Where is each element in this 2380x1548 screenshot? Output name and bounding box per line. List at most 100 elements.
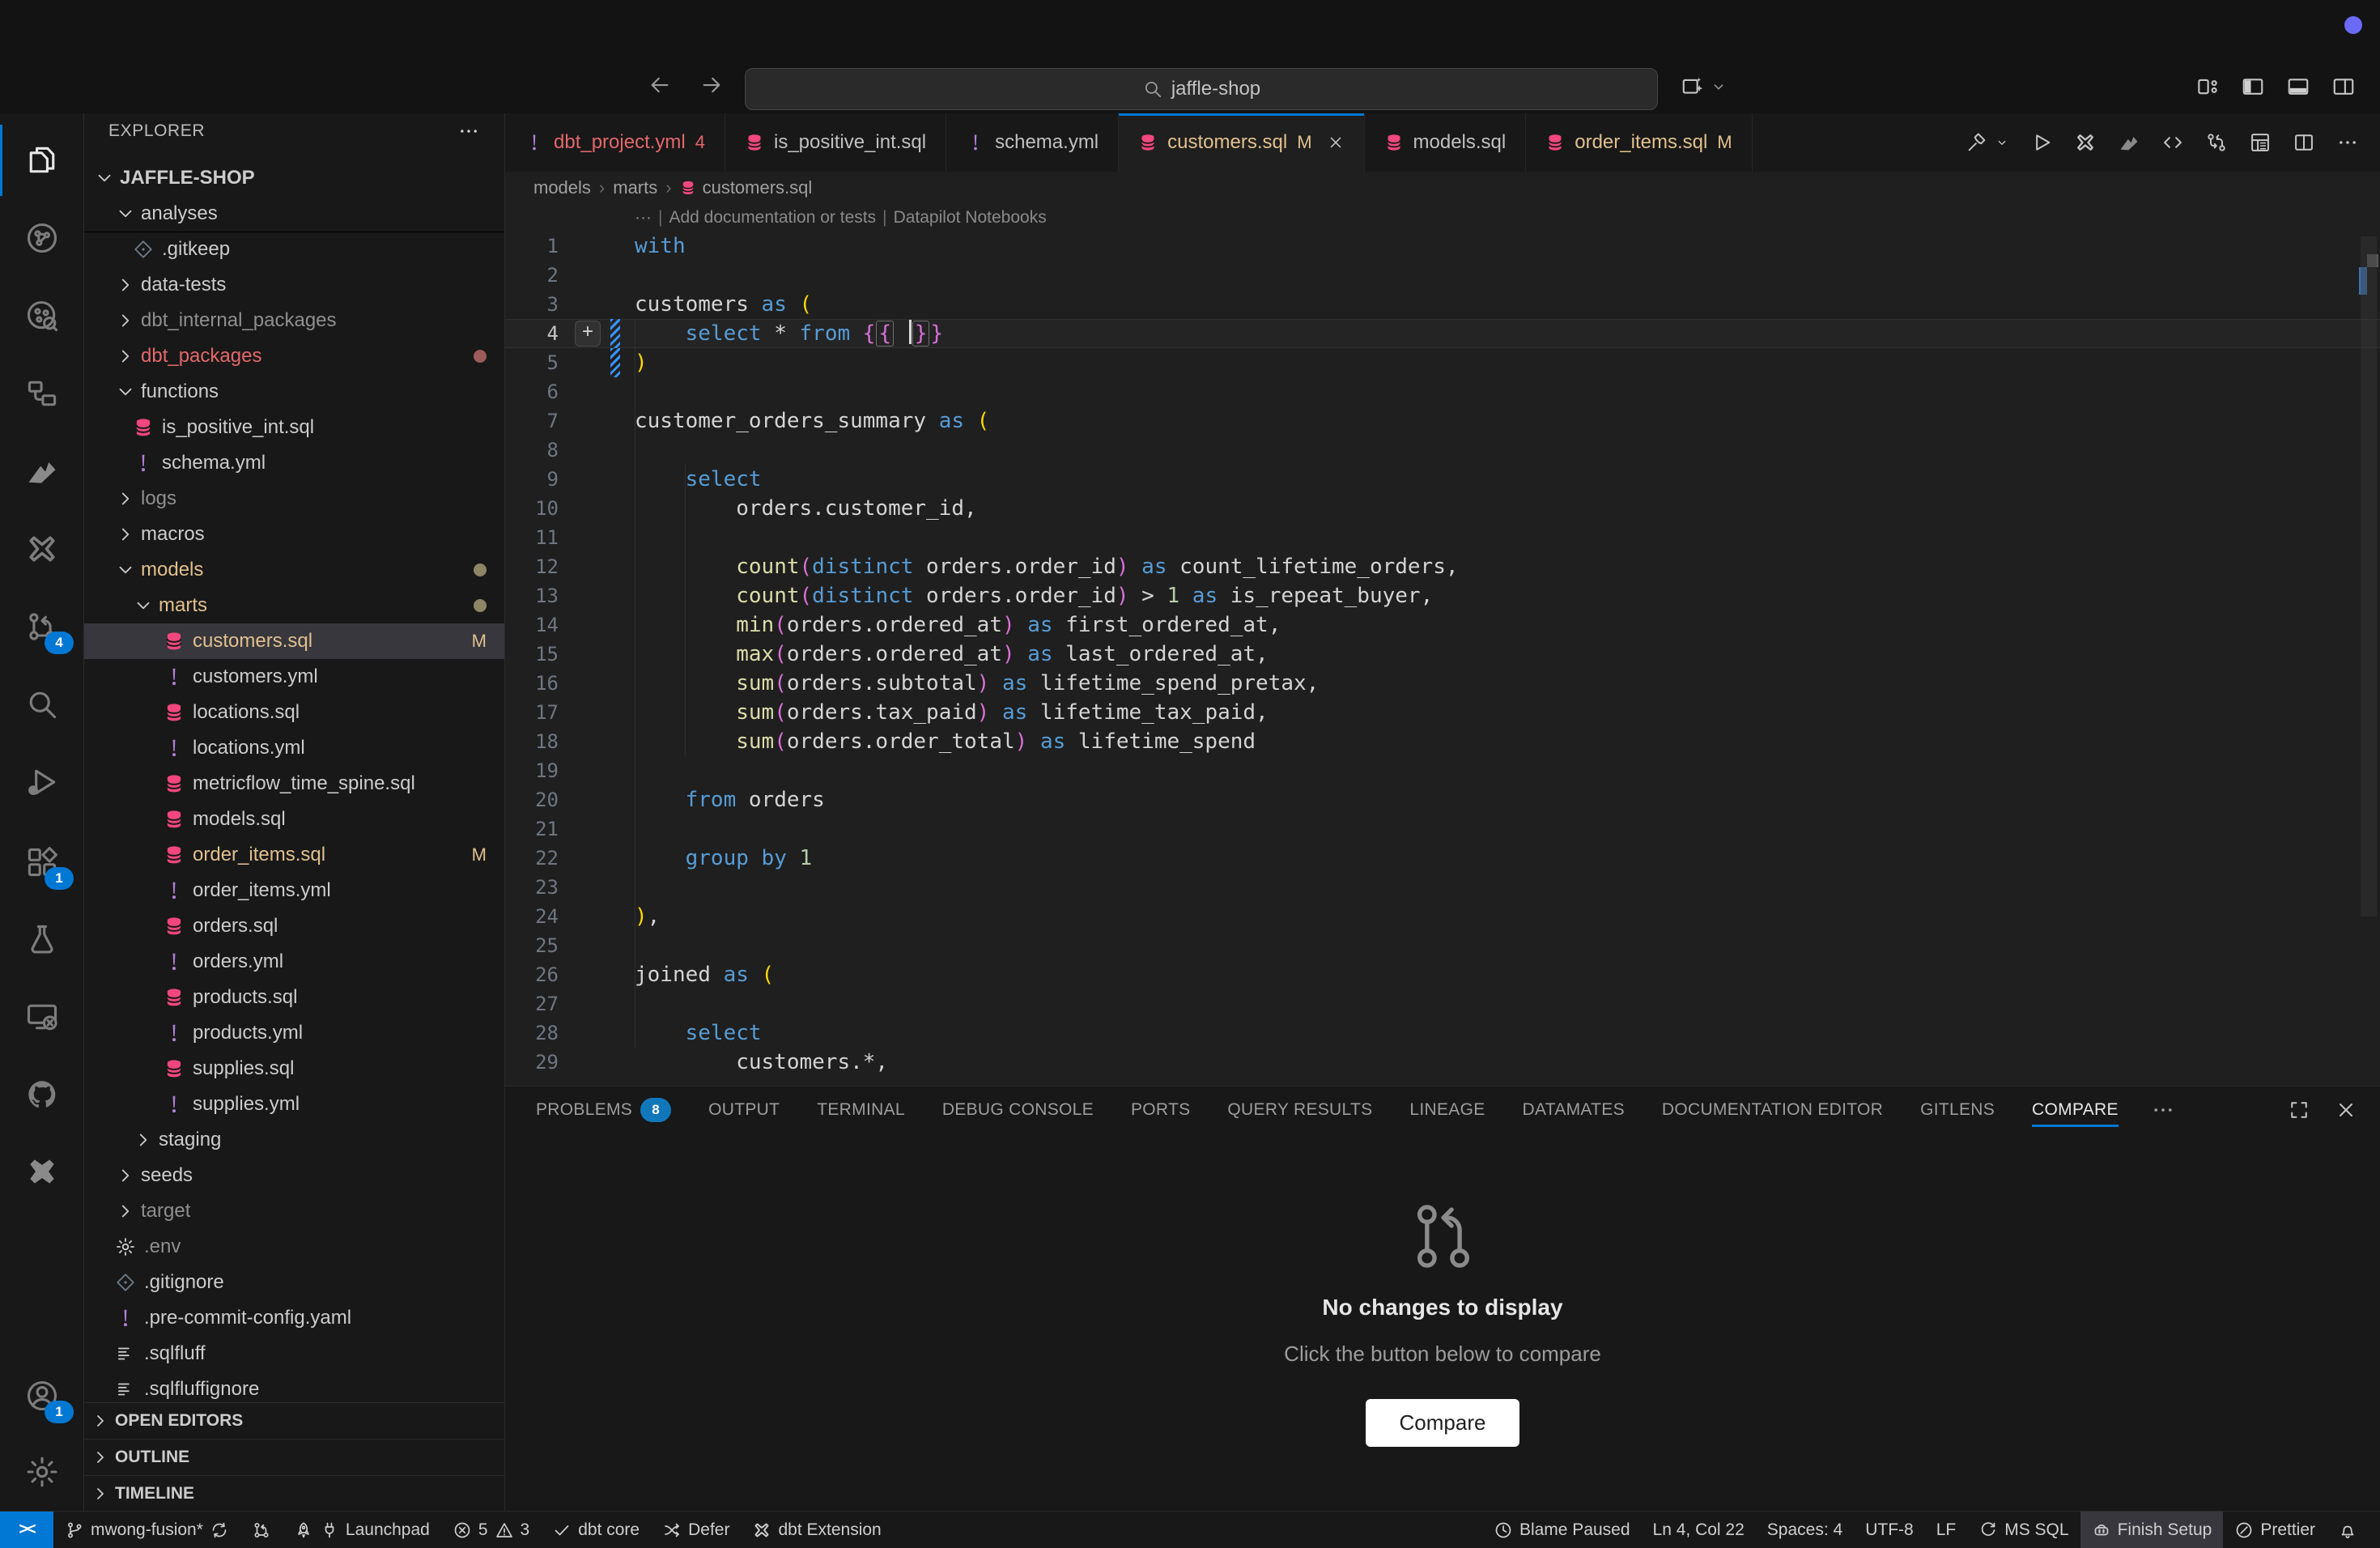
tab-models-sql[interactable]: models.sql (1365, 113, 1527, 172)
code-editor[interactable]: ···|Add documentation or tests|Datapilot… (505, 204, 2380, 1086)
codelens-link[interactable]: ··· (635, 208, 652, 228)
add-comment-button[interactable]: + (575, 321, 601, 347)
tab-schema-yml[interactable]: schema.yml (946, 113, 1119, 172)
file--gitkeep[interactable]: .gitkeep (84, 232, 504, 267)
code-line-5[interactable]: 5) (505, 348, 2380, 377)
panel-tab-debug-console[interactable]: DEBUG CONSOLE (942, 1087, 1094, 1133)
folder-models[interactable]: models (84, 552, 504, 588)
code-line-7[interactable]: 7customer_orders_summary as ( (505, 406, 2380, 436)
activity-dbt-extension[interactable] (0, 513, 83, 585)
status-dbt-core[interactable]: dbt core (541, 1512, 651, 1548)
file-models-sql[interactable]: models.sql (84, 802, 504, 837)
folder-dbt-internal-packages[interactable]: dbt_internal_packages (84, 303, 504, 338)
compare-button[interactable]: Compare (1366, 1399, 1520, 1447)
arrow-left-icon[interactable] (648, 73, 672, 97)
activity-settings[interactable] (0, 1436, 83, 1508)
panel-tab-query-results[interactable]: QUERY RESULTS (1227, 1087, 1372, 1133)
folder-dbt-packages[interactable]: dbt_packages (84, 338, 504, 374)
activity-dbt-cloud[interactable] (0, 436, 83, 507)
copilot-control[interactable] (1681, 74, 1728, 99)
status-notifications[interactable] (2327, 1512, 2369, 1548)
status-branch[interactable]: mwong-fusion* (53, 1512, 240, 1548)
file-customers-sql[interactable]: customers.sqlM (84, 623, 504, 659)
code-line-19[interactable]: 19 (505, 756, 2380, 785)
layout-customize-icon[interactable] (2195, 74, 2220, 99)
file-locations-yml[interactable]: locations.yml (84, 730, 504, 766)
code-line-22[interactable]: 22 group by 1 (505, 844, 2380, 873)
codelens-link[interactable]: Datapilot Notebooks (894, 208, 1047, 228)
tab-customers-sql[interactable]: customers.sqlM (1119, 113, 1364, 172)
breadcrumb-item[interactable]: marts (613, 177, 657, 198)
split-icon[interactable] (2293, 131, 2315, 154)
panel-tab-compare[interactable]: COMPARE (2032, 1087, 2119, 1133)
codelens-link[interactable]: Add documentation or tests (669, 208, 876, 228)
code-line-6[interactable]: 6 (505, 377, 2380, 406)
status-eol[interactable]: LF (1925, 1512, 1968, 1548)
code-line-9[interactable]: 9 select (505, 465, 2380, 494)
file-products-yml[interactable]: products.yml (84, 1015, 504, 1051)
folder-data-tests[interactable]: data-tests (84, 267, 504, 303)
status-problems[interactable]: 53 (441, 1512, 541, 1548)
section-timeline[interactable]: TIMELINE (84, 1475, 504, 1512)
file--sqlfluffignore[interactable]: .sqlfluffignore (84, 1372, 504, 1402)
code-line-28[interactable]: 28 select (505, 1019, 2380, 1048)
code-line-14[interactable]: 14 min(orders.ordered_at) as first_order… (505, 610, 2380, 640)
activity-accounts[interactable]: 1 (0, 1360, 83, 1431)
activity-search[interactable] (0, 669, 83, 740)
scrollbar-thumb[interactable] (2361, 236, 2377, 916)
x-outline-icon[interactable] (2074, 131, 2097, 154)
panel-tab-ports[interactable]: PORTS (1131, 1087, 1190, 1133)
code-line-10[interactable]: 10 orders.customer_id, (505, 494, 2380, 523)
file-customers-yml[interactable]: customers.yml (84, 659, 504, 695)
file--gitignore[interactable]: .gitignore (84, 1265, 504, 1300)
folder-logs[interactable]: logs (84, 481, 504, 517)
status-language-mode[interactable]: MS SQL (1967, 1512, 2080, 1548)
file-supplies-sql[interactable]: supplies.sql (84, 1051, 504, 1087)
panel-tab-lineage[interactable]: LINEAGE (1409, 1087, 1485, 1133)
close-icon[interactable] (1327, 134, 1345, 151)
section-open-editors[interactable]: OPEN EDITORS (84, 1402, 504, 1439)
file-products-sql[interactable]: products.sql (84, 980, 504, 1015)
folder-macros[interactable]: macros (84, 517, 504, 552)
folder-analyses[interactable]: analyses (84, 196, 504, 232)
tab-order-items-sql[interactable]: order_items.sqlM (1526, 113, 1752, 172)
folder-target[interactable]: target (84, 1193, 504, 1229)
chev-sm-icon[interactable] (1995, 135, 2009, 150)
fullscreen-icon[interactable] (2288, 1099, 2310, 1121)
code-line-2[interactable]: 2 (505, 261, 2380, 290)
layout-sidebar-right-icon[interactable] (2331, 74, 2356, 99)
ellipsis-icon[interactable] (2336, 131, 2359, 154)
activity-dbt-lineage[interactable] (0, 358, 83, 429)
code-line-27[interactable]: 27 (505, 989, 2380, 1019)
code-line-11[interactable]: 11 (505, 523, 2380, 552)
code-line-23[interactable]: 23 (505, 873, 2380, 902)
file-metricflow-time-spine-sql[interactable]: metricflow_time_spine.sql (84, 766, 504, 802)
activity-extensions[interactable]: 1 (0, 827, 83, 898)
code-line-18[interactable]: 18 sum(orders.order_total) as lifetime_s… (505, 727, 2380, 756)
code-line-16[interactable]: 16 sum(orders.subtotal) as lifetime_spen… (505, 669, 2380, 698)
activity-run-debug[interactable] (0, 746, 83, 818)
code-line-12[interactable]: 12 count(distinct orders.order_id) as co… (505, 552, 2380, 581)
code-line-4[interactable]: 4+ select * from {{ }} (505, 319, 2380, 348)
file-orders-yml[interactable]: orders.yml (84, 944, 504, 980)
status-dbt-extension[interactable]: dbt Extension (741, 1512, 892, 1548)
hammer-icon[interactable] (1966, 131, 1988, 154)
panel-tab-output[interactable]: OUTPUT (708, 1087, 780, 1133)
code-line-3[interactable]: 3customers as ( (505, 290, 2380, 319)
status-defer[interactable]: Defer (651, 1512, 741, 1548)
activity-github[interactable] (0, 1059, 83, 1130)
code-line-1[interactable]: 1with (505, 232, 2380, 261)
code-line-13[interactable]: 13 count(distinct orders.order_id) > 1 a… (505, 581, 2380, 610)
more-actions-icon[interactable] (457, 120, 480, 142)
file--env[interactable]: .env (84, 1229, 504, 1265)
file-orders-sql[interactable]: orders.sql (84, 908, 504, 944)
breadcrumb-item[interactable]: models (533, 177, 591, 198)
status-blame[interactable]: Blame Paused (1482, 1512, 1642, 1548)
activity-source-control[interactable]: 4 (0, 591, 83, 662)
dbt-icon[interactable] (2118, 131, 2140, 154)
tab-dbt-project-yml[interactable]: dbt_project.yml4 (505, 113, 725, 172)
activity-explorer[interactable] (0, 125, 83, 196)
folder-staging[interactable]: staging (84, 1122, 504, 1158)
status-prettier[interactable]: Prettier (2223, 1512, 2327, 1548)
file-supplies-yml[interactable]: supplies.yml (84, 1087, 504, 1122)
